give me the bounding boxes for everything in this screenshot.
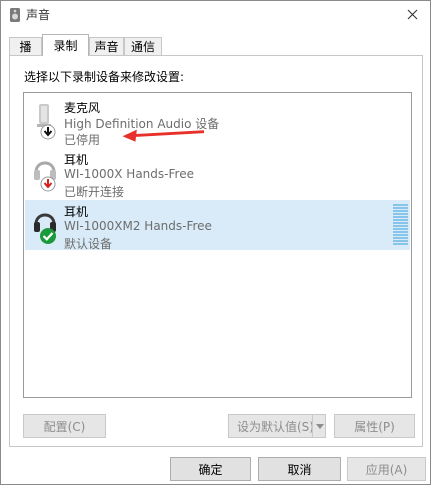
sound-dialog: 声音 播放 录制 声音 通信 选择以下录制设备来修改设置: (0, 0, 431, 485)
microphone-icon (37, 104, 56, 140)
configure-button[interactable]: 配置(C) (23, 414, 106, 438)
device-status: 已停用 (64, 133, 101, 147)
device-status: 已断开连接 (64, 185, 125, 199)
cancel-button[interactable]: 取消 (258, 457, 341, 481)
ok-button[interactable]: 确定 (170, 457, 251, 481)
set-default-button[interactable]: 设为默认值(S) (228, 414, 326, 438)
tab-sounds[interactable]: 声音 (89, 37, 124, 55)
device-name: 耳机 (64, 205, 89, 219)
tab-playback[interactable]: 播放 (9, 37, 42, 72)
speaker-icon (10, 8, 20, 22)
device-item-microphone[interactable]: 麦克风 High Definition Audio 设备 已停用 (25, 96, 410, 147)
device-list[interactable]: 麦克风 High Definition Audio 设备 已停用 耳机 WI-1… (23, 92, 412, 398)
red-arrow-annotation (122, 129, 205, 142)
window-title: 声音 (26, 8, 51, 22)
apply-button[interactable]: 应用(A) (347, 457, 426, 481)
close-button[interactable] (400, 3, 424, 25)
instruction-text: 选择以下录制设备来修改设置: (24, 70, 185, 84)
device-name: 耳机 (64, 153, 89, 167)
recording-panel: 选择以下录制设备来修改设置: 麦克风 High Definition Audio… (9, 55, 423, 447)
dropdown-arrow-icon[interactable] (312, 415, 327, 437)
device-item-headset-2[interactable]: 耳机 WI-1000XM2 Hands-Free 默认设备 (25, 200, 410, 251)
device-item-headset-1[interactable]: 耳机 WI-1000X Hands-Free 已断开连接 (25, 148, 410, 199)
device-status: 默认设备 (64, 237, 113, 251)
title-bar: 声音 (1, 1, 430, 29)
headset-icon (34, 161, 56, 192)
tab-communications[interactable]: 通信 (124, 37, 162, 55)
close-icon (407, 9, 417, 19)
device-description: WI-1000XM2 Hands-Free (64, 219, 212, 233)
level-meter (393, 204, 408, 246)
device-description: WI-1000X Hands-Free (64, 167, 194, 181)
device-name: 麦克风 (64, 101, 101, 115)
tab-recording[interactable]: 录制 (42, 34, 89, 56)
headset-icon (34, 213, 56, 244)
properties-button[interactable]: 属性(P) (334, 414, 415, 438)
set-default-label: 设为默认值(S) (237, 419, 314, 434)
